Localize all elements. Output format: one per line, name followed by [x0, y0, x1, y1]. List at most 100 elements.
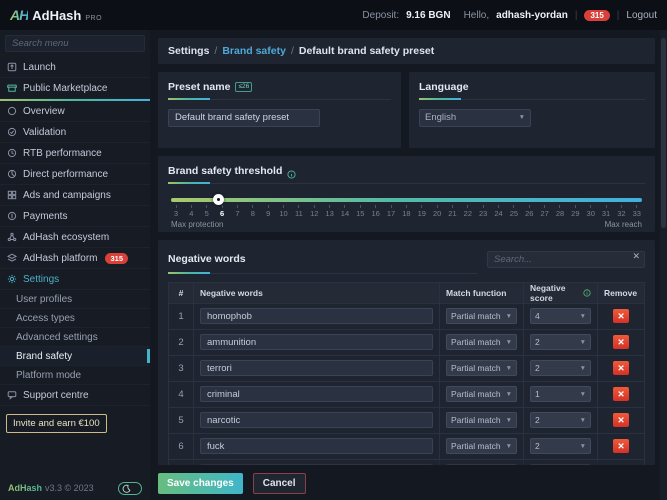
notification-badge[interactable]: 315 — [584, 10, 609, 21]
match-function-select[interactable]: Partial match▼ — [446, 360, 517, 376]
slider-tick-4[interactable]: 4 — [186, 205, 196, 218]
negative-word-input[interactable] — [200, 308, 433, 324]
negative-word-input[interactable] — [200, 360, 433, 376]
slider-tick-18[interactable]: 18 — [401, 205, 411, 218]
slider-track[interactable] — [171, 198, 642, 202]
slider-tick-22[interactable]: 22 — [463, 205, 473, 218]
remove-word-button[interactable]: ✕ — [613, 309, 629, 323]
info-icon[interactable] — [287, 166, 296, 175]
sidebar-subitem-brand-safety[interactable]: Brand safety — [0, 347, 150, 366]
slider-tick-16[interactable]: 16 — [371, 205, 381, 218]
slider-tick-10[interactable]: 10 — [279, 205, 289, 218]
negative-word-input[interactable] — [200, 334, 433, 350]
match-function-select[interactable]: Partial match▼ — [446, 464, 517, 465]
slider-tick-23[interactable]: 23 — [478, 205, 488, 218]
negative-word-input[interactable] — [200, 412, 433, 428]
slider-tick-17[interactable]: 17 — [386, 205, 396, 218]
username[interactable]: adhash-yordan — [496, 10, 568, 21]
scrollbar-thumb[interactable] — [661, 38, 666, 228]
slider-tick-30[interactable]: 30 — [586, 205, 596, 218]
threshold-slider[interactable] — [171, 198, 642, 202]
sidebar-subitem-user-profiles[interactable]: User profiles — [0, 290, 150, 309]
slider-tick-19[interactable]: 19 — [417, 205, 427, 218]
match-function-select[interactable]: Partial match▼ — [446, 386, 517, 402]
invite-earn-button[interactable]: Invite and earn €100 — [6, 414, 107, 433]
match-function-select[interactable]: Partial match▼ — [446, 334, 517, 350]
sidebar-item-adhash-ecosystem[interactable]: AdHash ecosystem — [0, 227, 150, 248]
clear-search-icon[interactable]: ✕ — [632, 251, 640, 262]
slider-tick-6[interactable]: 6 — [217, 205, 227, 218]
negative-word-input[interactable] — [200, 464, 433, 465]
sidebar-item-support-centre[interactable]: Support centre — [0, 385, 150, 406]
slider-tick-13[interactable]: 13 — [325, 205, 335, 218]
slider-tick-33[interactable]: 33 — [632, 205, 642, 218]
slider-tick-5[interactable]: 5 — [202, 205, 212, 218]
sidebar-item-adhash-platform[interactable]: AdHash platform315 — [0, 248, 150, 269]
cancel-button[interactable]: Cancel — [253, 473, 306, 494]
info-icon[interactable] — [583, 289, 591, 297]
negative-score-select[interactable]: 1▼ — [530, 464, 591, 465]
sidebar-item-launch[interactable]: Launch — [0, 57, 150, 78]
page-scrollbar[interactable] — [660, 30, 667, 500]
remove-word-button[interactable]: ✕ — [613, 387, 629, 401]
sidebar-item-overview[interactable]: Overview — [0, 101, 150, 122]
slider-handle[interactable] — [213, 194, 224, 205]
negative-word-input[interactable] — [200, 438, 433, 454]
slider-tick-26[interactable]: 26 — [524, 205, 534, 218]
dark-mode-toggle[interactable] — [118, 482, 142, 495]
slider-tick-12[interactable]: 12 — [309, 205, 319, 218]
slider-tick-31[interactable]: 31 — [601, 205, 611, 218]
adhash-logo[interactable]: AH AdHash PRO — [10, 7, 102, 23]
breadcrumb-brand-safety-link[interactable]: Brand safety — [222, 45, 286, 57]
slider-tick-14[interactable]: 14 — [340, 205, 350, 218]
remove-word-button[interactable]: ✕ — [613, 361, 629, 375]
slider-tick-32[interactable]: 32 — [616, 205, 626, 218]
sidebar-search-input[interactable] — [5, 35, 145, 52]
negative-score-select[interactable]: 2▼ — [530, 412, 591, 428]
rtb-performance-icon — [7, 148, 17, 158]
negative-word-input[interactable] — [200, 386, 433, 402]
slider-tick-7[interactable]: 7 — [232, 205, 242, 218]
sidebar-subitem-advanced-settings[interactable]: Advanced settings — [0, 328, 150, 347]
remove-word-button[interactable]: ✕ — [613, 335, 629, 349]
slider-tick-28[interactable]: 28 — [555, 205, 565, 218]
remove-word-button[interactable]: ✕ — [613, 413, 629, 427]
negative-score-select[interactable]: 2▼ — [530, 438, 591, 454]
sidebar-item-rtb-performance[interactable]: RTB performance — [0, 143, 150, 164]
logout-button[interactable]: Logout — [626, 10, 657, 21]
negative-score-select[interactable]: 1▼ — [530, 386, 591, 402]
breadcrumb-settings[interactable]: Settings — [168, 45, 209, 57]
slider-tick-20[interactable]: 20 — [432, 205, 442, 218]
negative-score-select[interactable]: 4▼ — [530, 308, 591, 324]
slider-tick-29[interactable]: 29 — [570, 205, 580, 218]
sidebar-subitem-access-types[interactable]: Access types — [0, 309, 150, 328]
sidebar-item-direct-performance[interactable]: Direct performance — [0, 164, 150, 185]
sidebar-item-public-marketplace[interactable]: Public Marketplace — [0, 78, 150, 99]
slider-tick-27[interactable]: 27 — [540, 205, 550, 218]
negative-score-select[interactable]: 2▼ — [530, 360, 591, 376]
slider-tick-9[interactable]: 9 — [263, 205, 273, 218]
slider-tick-15[interactable]: 15 — [355, 205, 365, 218]
slider-tick-25[interactable]: 25 — [509, 205, 519, 218]
slider-tick-21[interactable]: 21 — [447, 205, 457, 218]
preset-name-input[interactable] — [168, 109, 320, 127]
match-function-select[interactable]: Partial match▼ — [446, 308, 517, 324]
sidebar-item-settings[interactable]: Settings — [0, 269, 150, 290]
slider-tick-8[interactable]: 8 — [248, 205, 258, 218]
sidebar-subitem-platform-mode[interactable]: Platform mode — [0, 366, 150, 385]
negative-score-select[interactable]: 2▼ — [530, 334, 591, 350]
slider-tick-3[interactable]: 3 — [171, 205, 181, 218]
save-changes-button[interactable]: Save changes — [158, 473, 243, 494]
match-function-select[interactable]: Partial match▼ — [446, 438, 517, 454]
negative-score-value: 2 — [535, 337, 540, 347]
sidebar-item-payments[interactable]: Payments — [0, 206, 150, 227]
remove-word-button[interactable]: ✕ — [613, 439, 629, 453]
sidebar-item-ads-and-campaigns[interactable]: Ads and campaigns — [0, 185, 150, 206]
match-function-select[interactable]: Partial match▼ — [446, 412, 517, 428]
sidebar-item-validation[interactable]: Validation — [0, 122, 150, 143]
language-select[interactable]: English ▼ — [419, 109, 531, 127]
slider-tick-24[interactable]: 24 — [494, 205, 504, 218]
slider-tick-11[interactable]: 11 — [294, 205, 304, 218]
tick-mark — [391, 205, 392, 208]
search-input[interactable] — [487, 251, 645, 268]
